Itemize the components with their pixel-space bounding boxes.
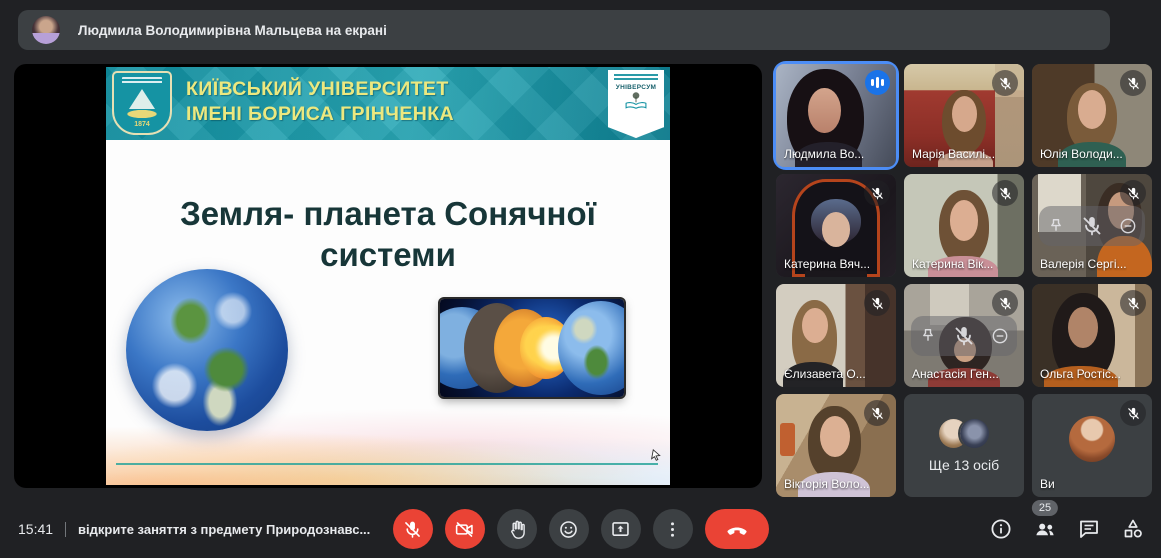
participant-name: Єлизавета О... [784,367,866,381]
tree-icon [625,92,647,109]
mic-off-icon [864,400,890,426]
slide-header-banner: КИЇВСЬКИЙ УНІВЕРСИТЕТ ІМЕНІ БОРИСА ГРІНЧ… [106,67,670,140]
participant-tile-olga[interactable]: Ольга Ростіс... [1032,284,1152,387]
remote-cursor-icon [650,449,663,462]
participant-tile-viktoriya[interactable]: Вікторія Воло... [776,394,896,497]
mic-off-icon [1120,70,1146,96]
mic-off-icon [992,290,1018,316]
mic-off-icon [1120,400,1146,426]
more-participants-label: Ще 13 осіб [928,456,1000,473]
participant-tile-yuliya[interactable]: Юлія Володи... [1032,64,1152,167]
tile-hover-controls [911,315,1017,356]
participant-name: Катерина Вяч... [784,257,871,271]
mic-off-icon [864,290,890,316]
people-button[interactable] [1033,517,1057,541]
self-name: Ви [1040,477,1055,491]
participant-tile-kateryna-v[interactable]: Катерина Вяч... [776,174,896,277]
divider [65,521,67,537]
participant-grid: Людмила Во... Марія Василі... Юлія Волод… [776,64,1152,497]
participant-tile-anastasiya[interactable]: Анастасія Ген... [904,284,1024,387]
participant-tile-lyudmyla[interactable]: Людмила Во... [776,64,896,167]
chat-button[interactable] [1077,517,1101,541]
more-participants-tile[interactable]: Ще 13 осіб [904,394,1024,497]
logo-year: 1874 [134,121,150,128]
participant-name: Ольга Ростіс... [1040,367,1121,381]
mic-off-icon [992,180,1018,206]
earth-cross-section-image [440,299,624,397]
participant-tile-valeriya[interactable]: Валерія Сергі... [1032,174,1152,277]
university-shield-logo-icon: 1874 [112,71,172,135]
mute-participant-button[interactable] [952,324,976,348]
bottom-control-bar: 15:41 відкрите заняття з предмету Природ… [0,500,1161,558]
remove-participant-button[interactable] [990,326,1010,346]
present-screen-button[interactable] [600,509,641,549]
participant-tile-mariya[interactable]: Марія Василі... [904,64,1024,167]
meeting-details-button[interactable] [989,517,1013,541]
pin-participant-button[interactable] [918,326,938,346]
presenter-avatar [32,16,60,44]
participant-name: Марія Василі... [912,147,996,161]
camera-button[interactable] [444,509,485,549]
slide-divider-line [116,463,658,465]
participant-tile-yelyzaveta[interactable]: Єлизавета О... [776,284,896,387]
overflow-avatars [939,418,989,448]
slide-title: Земля- планета Сонячної системи [180,195,596,273]
end-call-button[interactable] [704,509,769,549]
mic-off-icon [1120,290,1146,316]
participant-count-badge: 25 [1031,500,1059,516]
speaking-indicator-icon [865,70,890,95]
participant-name: Вікторія Воло... [784,477,870,491]
meeting-title: відкрите заняття з предмету Природознавс… [78,521,371,537]
mic-off-icon [992,70,1018,96]
university-name: КИЇВСЬКИЙ УНІВЕРСИТЕТ ІМЕНІ БОРИСА ГРІНЧ… [186,78,455,125]
pin-participant-button[interactable] [1046,216,1066,236]
activities-button[interactable] [1121,517,1145,541]
mic-off-icon [864,180,890,206]
mic-off-icon [1120,180,1146,206]
google-meet-window: Людмила Володимирівна Мальцева на екрані… [0,0,1161,558]
shared-screen-stage: КИЇВСЬКИЙ УНІВЕРСИТЕТ ІМЕНІ БОРИСА ГРІНЧ… [14,64,762,488]
remove-participant-button[interactable] [1118,216,1138,236]
self-avatar [1069,416,1115,463]
participant-name: Анастасія Ген... [912,367,999,381]
mute-participant-button[interactable] [1080,214,1104,238]
tile-hover-controls [1039,205,1145,246]
participant-name: Юлія Володи... [1040,147,1123,161]
participant-name: Катерина Вік... [912,257,994,271]
self-tile[interactable]: Ви [1032,394,1152,497]
earth-globe-image [126,269,288,431]
participant-name: Людмила Во... [784,147,865,161]
universum-college-badge-icon: УНІВЕРСУМ [608,70,664,138]
screen-share-banner-text: Людмила Володимирівна Мальцева на екрані [78,22,387,38]
badge-title: УНІВЕРСУМ [615,84,657,91]
clock-time: 15:41 [18,521,54,537]
more-options-button[interactable] [652,509,693,549]
raise-hand-button[interactable] [496,509,537,549]
presentation-slide: КИЇВСЬКИЙ УНІВЕРСИТЕТ ІМЕНІ БОРИСА ГРІНЧ… [106,67,670,485]
reactions-button[interactable] [548,509,589,549]
mic-button[interactable] [392,509,433,549]
participant-tile-kateryna-vik[interactable]: Катерина Вік... [904,174,1024,277]
participant-name: Валерія Сергі... [1040,257,1127,271]
screen-share-banner: Людмила Володимирівна Мальцева на екрані [18,10,1110,50]
